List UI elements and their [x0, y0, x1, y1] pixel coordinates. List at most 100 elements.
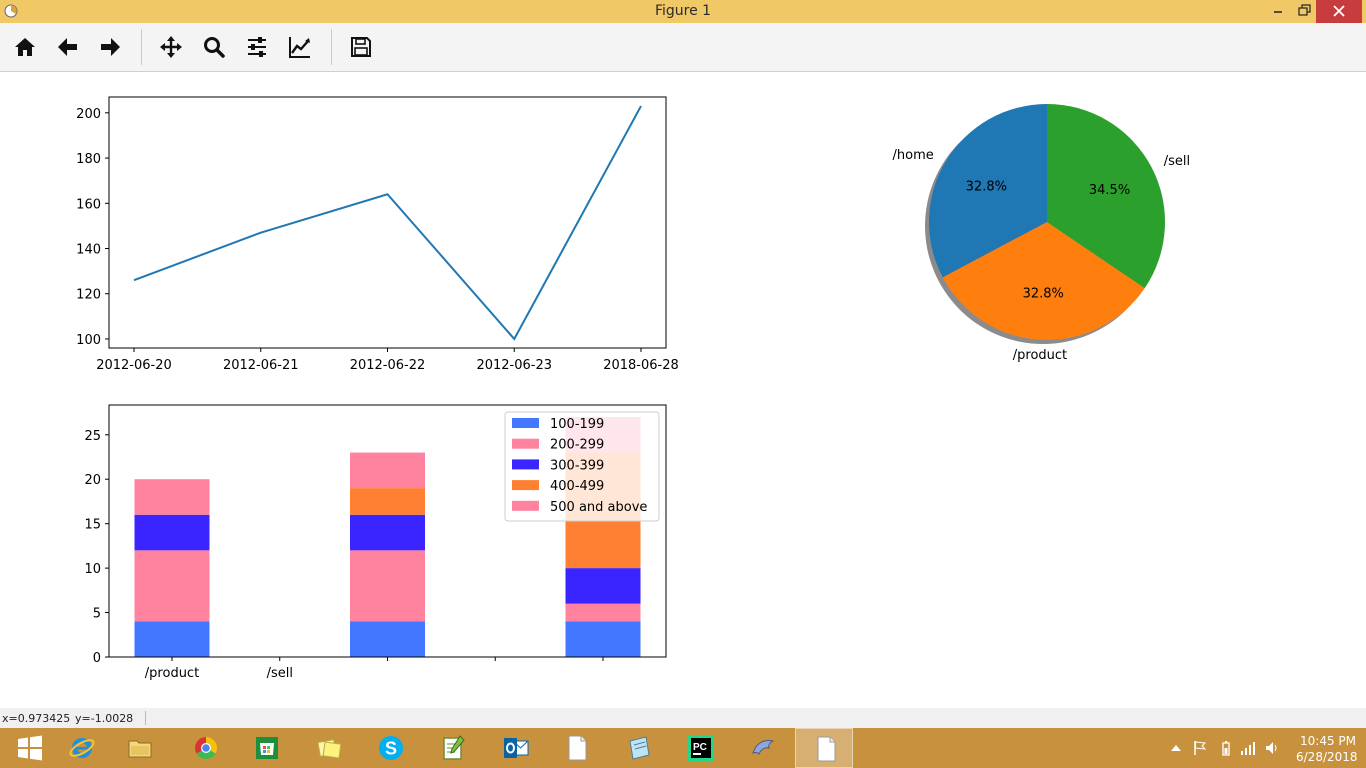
- home-icon: [15, 38, 35, 56]
- y-tick-label: 160: [76, 197, 101, 212]
- line-chart-axes-frame: [108, 96, 667, 349]
- x-tick-label: 2012-06-23: [476, 358, 552, 373]
- blank-document-icon: [568, 735, 587, 761]
- x-tick-label: /sell: [267, 666, 293, 681]
- save-button[interactable]: [345, 31, 377, 63]
- taskbar-document-active[interactable]: [795, 728, 853, 768]
- show-hidden-icons-icon[interactable]: [1168, 740, 1184, 756]
- line-chart-icon: [289, 37, 310, 58]
- x-tick-label: 2012-06-21: [223, 358, 299, 373]
- clock-time[interactable]: 10:45 PM: [1300, 734, 1356, 748]
- pie-chart: /home 32.8% /product 32.8% /sell 34.5%: [893, 104, 1190, 363]
- zoom-button[interactable]: [198, 31, 230, 63]
- battery-icon[interactable]: [1218, 740, 1234, 756]
- chrome-icon: [195, 737, 217, 759]
- legend-label: 100-199: [550, 417, 604, 432]
- notepad-plus-icon: [443, 735, 465, 760]
- legend-swatch: [512, 418, 539, 428]
- home-button[interactable]: [9, 31, 41, 63]
- bar-segment: [134, 621, 210, 657]
- clock-date[interactable]: 6/28/2018: [1296, 750, 1358, 764]
- configure-subplots-button[interactable]: [241, 31, 273, 63]
- blank-document-icon: [817, 736, 836, 762]
- bar-segment: [134, 514, 210, 551]
- taskbar-notepad-plus[interactable]: [423, 728, 481, 768]
- taskbar-file-explorer[interactable]: [110, 728, 168, 768]
- taskbar-pycharm[interactable]: PC: [671, 728, 729, 768]
- pie-slice-label: /sell: [1164, 154, 1190, 169]
- arrow-right-icon: [101, 38, 120, 56]
- legend-label: 500 and above: [550, 500, 647, 515]
- y-tick-label: 200: [76, 107, 101, 122]
- bar-chart-legend: 100-199 200-299 300-399 400-499 500 and abov…: [504, 411, 660, 522]
- svg-text:PC: PC: [693, 742, 707, 753]
- y-tick-label: 20: [84, 473, 101, 488]
- legend-swatch: [512, 480, 539, 491]
- figure-canvas[interactable]: 1001201401601802002012-06-20 2012-06-21 20…: [0, 72, 1366, 708]
- pie-percent-label: 32.8%: [1023, 287, 1064, 302]
- bar-segment: [350, 550, 425, 622]
- taskbar-chrome[interactable]: [176, 728, 234, 768]
- window-title: Figure 1: [654, 3, 712, 19]
- status-divider: [145, 711, 146, 725]
- taskbar-notepad[interactable]: [609, 728, 667, 768]
- network-signal-icon[interactable]: [1240, 740, 1256, 756]
- bar-segment: [350, 514, 425, 551]
- pie-percent-label: 32.8%: [966, 180, 1007, 195]
- x-tick-label: 2012-06-20: [96, 358, 172, 373]
- dolphin-icon: [752, 740, 775, 755]
- taskbar-document[interactable]: [547, 728, 605, 768]
- taskbar-sticky-notes[interactable]: [299, 728, 357, 768]
- move-icon: [160, 36, 182, 58]
- bar-segment: [350, 488, 425, 515]
- edit-axes-button[interactable]: [284, 31, 316, 63]
- windows-logo-icon: [18, 735, 42, 761]
- volume-icon[interactable]: [1264, 740, 1280, 756]
- stacked-bar-chart: 0 5 10 15 20 25/product/sell 100-199 200-299 300…: [84, 404, 667, 681]
- status-bar: x=0.973425 y=-1.0028: [0, 708, 1366, 728]
- legend-swatch: [512, 459, 539, 470]
- taskbar: S PC 10:45 PM 6/28/2018: [0, 728, 1366, 768]
- y-tick-label: 5: [93, 607, 101, 622]
- sticky-notes-icon: [317, 739, 342, 759]
- start-button[interactable]: [0, 728, 58, 768]
- toolbar-separator: [331, 29, 332, 65]
- legend-label: 400-499: [550, 479, 604, 494]
- y-tick-label: 180: [76, 152, 101, 167]
- close-icon: [1333, 5, 1345, 17]
- sliders-icon: [248, 37, 266, 57]
- pie-slice-label: /home: [893, 148, 934, 163]
- taskbar-mysql-workbench[interactable]: [733, 728, 791, 768]
- y-tick-label: 140: [76, 243, 101, 258]
- magnifier-icon: [204, 37, 225, 58]
- bar-segment: [565, 568, 641, 604]
- cursor-y-readout: y=-1.0028: [75, 712, 134, 725]
- legend-label: 200-299: [550, 438, 604, 453]
- back-button[interactable]: [52, 31, 84, 63]
- x-tick-label: 2012-06-22: [350, 358, 426, 373]
- legend-swatch: [512, 500, 539, 511]
- action-center-flag-icon[interactable]: [1192, 740, 1208, 756]
- toolbar-separator: [141, 29, 142, 65]
- bar-segment: [134, 550, 210, 622]
- taskbar-outlook[interactable]: [486, 728, 544, 768]
- forward-button[interactable]: [94, 31, 126, 63]
- y-tick-label: 0: [93, 651, 101, 666]
- floppy-disk-icon: [351, 37, 371, 57]
- taskbar-internet-explorer[interactable]: [52, 728, 110, 768]
- pie-percent-label: 34.5%: [1089, 183, 1130, 198]
- pie-slice-label: /product: [1013, 348, 1067, 363]
- pan-button[interactable]: [155, 31, 187, 63]
- skype-icon: S: [379, 736, 403, 760]
- y-tick-label: 15: [84, 518, 101, 533]
- line-chart: 100 120 140 160 180 200 2012-06-20 2012-06-21 20…: [76, 96, 679, 373]
- y-tick-label: 10: [84, 562, 101, 577]
- bar-segment: [565, 603, 641, 622]
- taskbar-store[interactable]: [237, 728, 295, 768]
- pycharm-icon: PC: [688, 735, 714, 761]
- taskbar-skype[interactable]: S: [361, 728, 419, 768]
- ie-icon: [69, 738, 95, 758]
- arrow-left-icon: [58, 38, 77, 56]
- store-icon: [256, 737, 278, 759]
- close-button[interactable]: [1316, 0, 1362, 23]
